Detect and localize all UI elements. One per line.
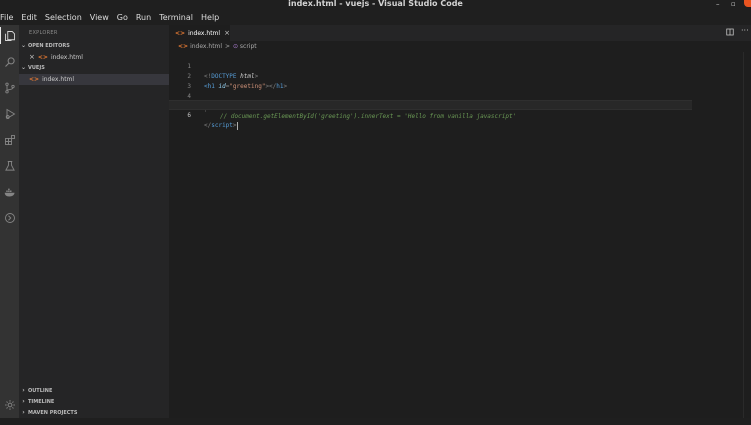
close-window-button[interactable] [744, 0, 751, 7]
chevron-down-icon: ⌄ [20, 42, 27, 49]
editor-tab-bar: <> index.html × ··· [169, 25, 751, 41]
breadcrumb-file[interactable]: index.html [190, 43, 222, 50]
open-editors-section[interactable]: ⌄ OPEN EDITORS [19, 41, 169, 51]
chevron-right-icon: › [22, 398, 25, 405]
menu-help[interactable]: Help [197, 10, 223, 25]
line-number: 6 [187, 112, 191, 119]
workspace-file-item[interactable]: <> index.html [19, 74, 169, 85]
close-icon[interactable]: × [29, 53, 35, 61]
maven-projects-label: MAVEN PROJECTS [28, 410, 78, 416]
more-actions-icon[interactable]: ··· [741, 26, 749, 35]
maven-projects-section[interactable]: › MAVEN PROJECTS [19, 408, 169, 418]
menu-selection[interactable]: Selection [41, 10, 86, 25]
title-bar: index.html - vuejs - Visual Studio Code … [0, 0, 751, 10]
breadcrumb-symbol[interactable]: script [240, 43, 257, 50]
vertical-scrollbar[interactable] [743, 52, 751, 418]
open-editor-filename: index.html [50, 54, 83, 61]
manage-gear-icon[interactable] [1, 396, 18, 413]
search-icon[interactable] [1, 53, 18, 70]
open-editor-item[interactable]: × <> index.html [19, 52, 169, 63]
code-line-3: 3 [169, 72, 751, 90]
sidebar-title: EXPLORER [29, 30, 58, 36]
status-bar [0, 418, 751, 425]
menu-go[interactable]: Go [113, 10, 132, 25]
menu-terminal[interactable]: Terminal [155, 10, 197, 25]
outline-label: OUTLINE [28, 388, 53, 394]
window-title: index.html - vuejs - Visual Studio Code [288, 0, 463, 8]
breadcrumb-separator: > [224, 43, 231, 50]
workspace-label: VUEJS [28, 65, 45, 71]
code-line-2: 2 <h1 id="greeting"></h1> [169, 62, 751, 90]
code-line-6: 6 </script> [169, 100, 692, 130]
breadcrumb: <> index.html > ⊙ script [178, 42, 257, 52]
close-icon[interactable]: × [224, 29, 230, 37]
outline-section[interactable]: › OUTLINE [19, 386, 169, 396]
explorer-sidebar: EXPLORER ⌄ OPEN EDITORS × <> index.html ⌄ VU… [19, 25, 169, 418]
workspace-filename: index.html [42, 76, 75, 83]
docker-icon[interactable] [1, 183, 18, 200]
open-editors-label: OPEN EDITORS [28, 43, 70, 49]
code-comment: // document.getElementById('greeting').i… [220, 113, 517, 120]
symbol-icon: ⊙ [232, 43, 238, 50]
html-file-icon: <> [178, 43, 189, 50]
extensions-icon[interactable] [1, 131, 18, 148]
remote-explorer-icon[interactable] [1, 209, 18, 226]
chevron-right-icon: › [22, 409, 25, 416]
minimize-button[interactable]: – [716, 0, 720, 9]
tab-label: index.html [188, 30, 221, 37]
menu-edit[interactable]: Edit [17, 10, 41, 25]
tab-index-html[interactable]: <> index.html × [169, 25, 230, 41]
html-file-icon: <> [37, 54, 48, 61]
html-file-icon: <> [29, 76, 40, 83]
text-cursor [236, 121, 238, 130]
workspace-section[interactable]: ⌄ VUEJS [19, 63, 169, 73]
code-editor[interactable]: 1 <!DOCTYPE html> 2 <h1 id="greeting"></… [169, 52, 751, 418]
chevron-down-icon: ⌄ [20, 64, 27, 71]
timeline-section[interactable]: › TIMELINE [19, 397, 169, 407]
activity-bar [0, 25, 19, 418]
code-line-1: 1 <!DOCTYPE html> [169, 52, 751, 80]
html-file-icon: <> [175, 30, 186, 37]
run-debug-icon[interactable] [1, 105, 18, 122]
timeline-label: TIMELINE [28, 399, 55, 405]
menu-run[interactable]: Run [132, 10, 155, 25]
explorer-icon[interactable] [0, 27, 18, 44]
source-control-icon[interactable] [1, 79, 18, 96]
split-editor-icon[interactable] [726, 28, 734, 38]
code-token: script [211, 122, 233, 129]
menu-file[interactable]: File [0, 10, 17, 25]
code-line-4: 4 <script> [169, 82, 751, 110]
testing-icon[interactable] [1, 157, 18, 174]
menu-bar: File Edit Selection View Go Run Terminal… [0, 10, 751, 25]
maximize-button[interactable]: ▫ [731, 0, 736, 9]
menu-view[interactable]: View [86, 10, 113, 25]
chevron-right-icon: › [22, 387, 25, 394]
